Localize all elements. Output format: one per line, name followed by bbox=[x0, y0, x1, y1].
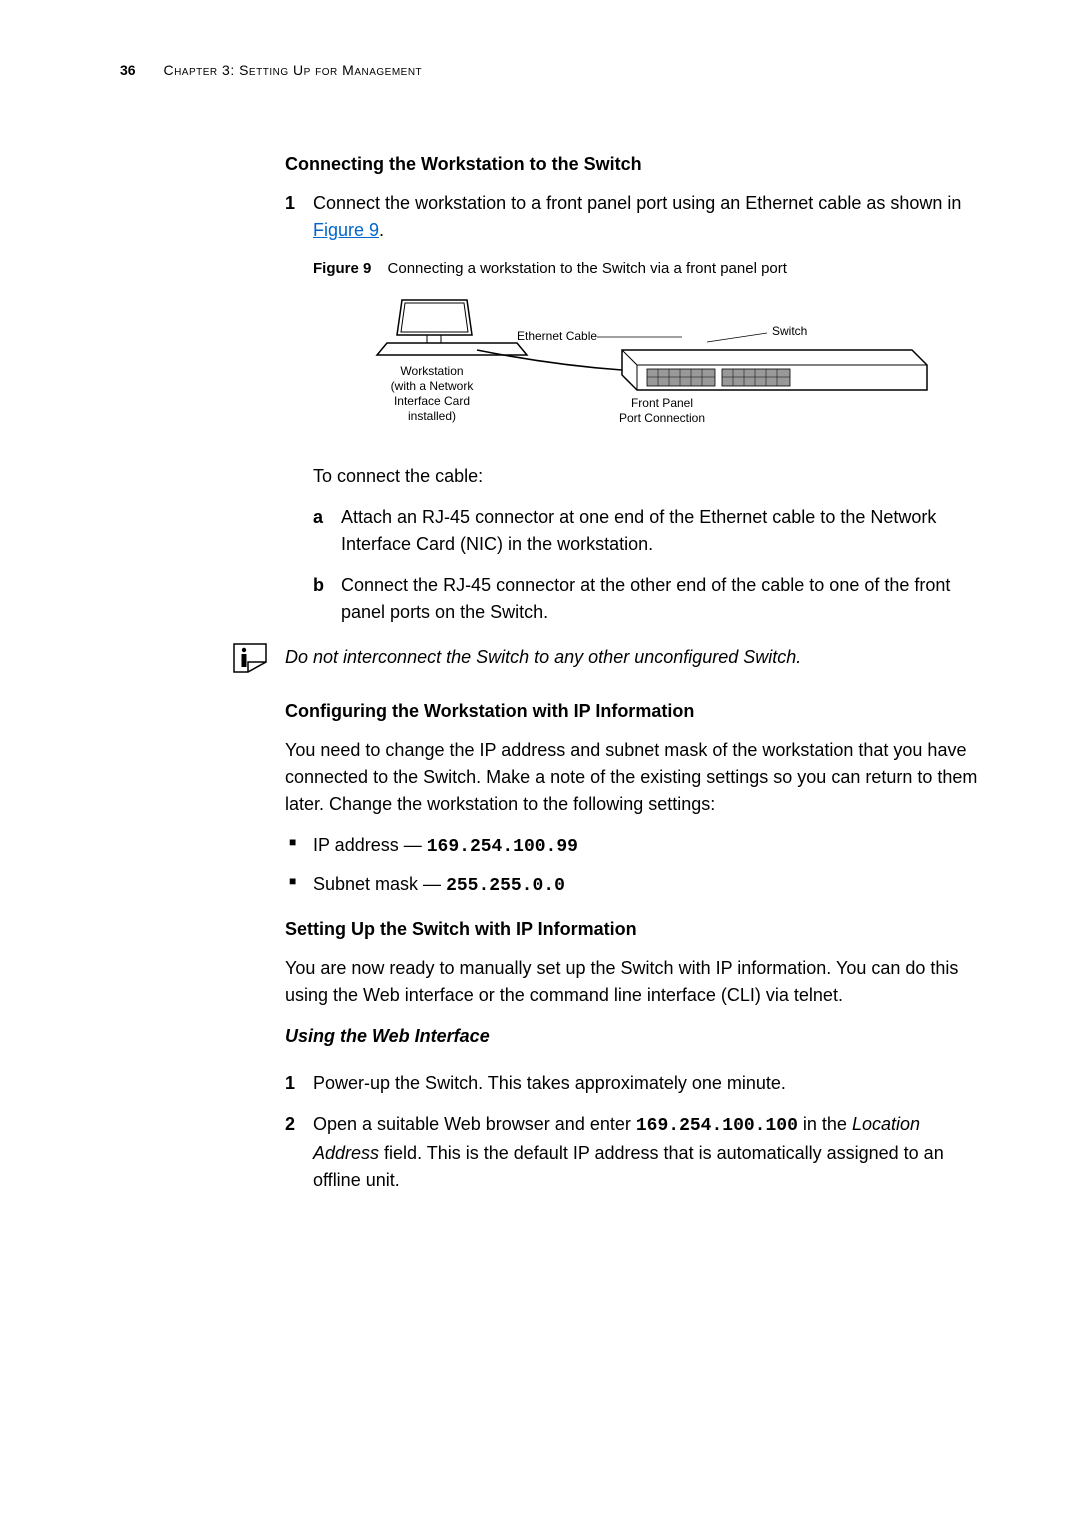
ethernet-cable-label: Ethernet Cable bbox=[517, 329, 597, 343]
workstation-sub3: installed) bbox=[407, 409, 455, 423]
page-number: 36 bbox=[120, 62, 136, 78]
step-number: 2 bbox=[285, 1111, 295, 1138]
front-panel-label: Front Panel bbox=[630, 396, 692, 410]
workstation-label: Workstation bbox=[400, 364, 463, 378]
section-heading-connecting: Connecting the Workstation to the Switch bbox=[285, 151, 990, 178]
config-para: You need to change the IP address and su… bbox=[285, 737, 990, 818]
subnet-mask-value: 255.255.0.0 bbox=[446, 876, 565, 896]
ethernet-cable bbox=[477, 350, 622, 370]
web-step-2: 2 Open a suitable Web browser and enter … bbox=[285, 1111, 990, 1194]
step-text: Power-up the Switch. This takes approxim… bbox=[313, 1073, 786, 1093]
figure-caption: Figure 9 Connecting a workstation to the… bbox=[313, 258, 990, 281]
step-1: 1 Connect the workstation to a front pan… bbox=[285, 190, 990, 626]
main-content: Connecting the Workstation to the Switch… bbox=[285, 151, 990, 1194]
sub-step-a: a Attach an RJ-45 connector at one end o… bbox=[313, 504, 990, 558]
step-text: Connect the workstation to a front panel… bbox=[313, 193, 961, 240]
page-header: 36 Chapter 3: Setting Up for Management bbox=[120, 60, 990, 81]
workstation-icon bbox=[377, 300, 527, 355]
step-text: Open a suitable Web browser and enter 16… bbox=[313, 1114, 944, 1190]
figure-link[interactable]: Figure 9 bbox=[313, 220, 379, 240]
port-connection-label: Port Connection bbox=[618, 411, 704, 425]
ip-address-value: 169.254.100.99 bbox=[427, 837, 578, 857]
web-step-1: 1 Power-up the Switch. This takes approx… bbox=[285, 1070, 990, 1097]
connection-diagram: Ethernet Cable Switch bbox=[372, 295, 932, 445]
step-list: 1 Connect the workstation to a front pan… bbox=[285, 190, 990, 626]
connect-intro: To connect the cable: bbox=[313, 463, 990, 490]
note-text: Do not interconnect the Switch to any ot… bbox=[285, 640, 801, 671]
info-note: Do not interconnect the Switch to any ot… bbox=[225, 640, 990, 680]
subsection-heading-web-interface: Using the Web Interface bbox=[285, 1023, 990, 1050]
sub-step-list: a Attach an RJ-45 connector at one end o… bbox=[313, 504, 990, 626]
default-ip-value: 169.254.100.100 bbox=[636, 1116, 798, 1136]
step-number: 1 bbox=[285, 190, 295, 217]
switch-label: Switch bbox=[772, 324, 807, 338]
subnet-mask-item: Subnet mask — 255.255.0.0 bbox=[285, 871, 990, 900]
web-step-list: 1 Power-up the Switch. This takes approx… bbox=[285, 1070, 990, 1194]
ip-settings-list: IP address — 169.254.100.99 Subnet mask … bbox=[285, 832, 990, 900]
switch-icon bbox=[622, 350, 927, 390]
workstation-sub2: Interface Card bbox=[393, 394, 469, 408]
ip-address-item: IP address — 169.254.100.99 bbox=[285, 832, 990, 861]
section-heading-setting-up: Setting Up the Switch with IP Informatio… bbox=[285, 916, 990, 943]
setup-para: You are now ready to manually set up the… bbox=[285, 955, 990, 1009]
figure-caption-text: Connecting a workstation to the Switch v… bbox=[388, 260, 787, 277]
figure-label: Figure 9 bbox=[313, 260, 371, 277]
sub-step-text: Attach an RJ-45 connector at one end of … bbox=[341, 507, 936, 554]
step-number: 1 bbox=[285, 1070, 295, 1097]
workstation-sub1: (with a Network bbox=[390, 379, 474, 393]
section-heading-configuring: Configuring the Workstation with IP Info… bbox=[285, 698, 990, 725]
sub-step-letter: b bbox=[313, 572, 324, 599]
sub-step-b: b Connect the RJ-45 connector at the oth… bbox=[313, 572, 990, 626]
sub-step-letter: a bbox=[313, 504, 323, 531]
sub-step-text: Connect the RJ-45 connector at the other… bbox=[341, 575, 950, 622]
info-icon bbox=[225, 640, 275, 680]
chapter-label: Chapter 3: Setting Up for Management bbox=[163, 62, 422, 78]
